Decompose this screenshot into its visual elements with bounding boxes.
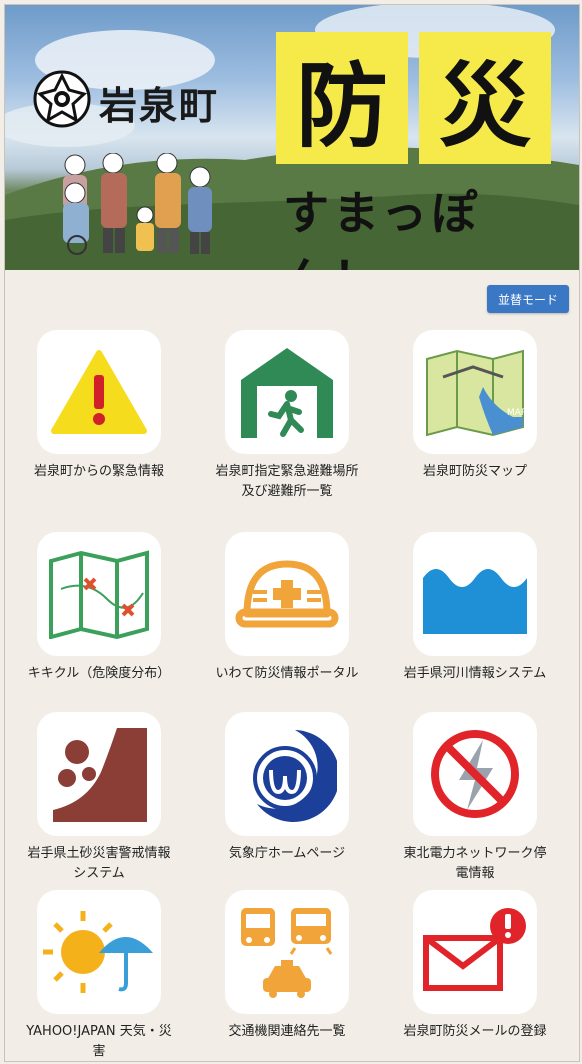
tile-bosai-mail[interactable]: 岩泉町防災メールの登録 — [387, 890, 563, 1042]
tile-emergency-info[interactable]: 岩泉町からの緊急情報 — [11, 330, 187, 482]
tile-label: 岩泉町からの緊急情報 — [33, 464, 164, 479]
town-name: 岩泉町 — [99, 84, 220, 128]
tile-label: 岩泉町防災メールの登録 — [403, 1024, 547, 1039]
tile-label: 交通機関連絡先一覧 — [228, 1024, 346, 1039]
tile-label: 東北電力ネットワーク停電情報 — [403, 846, 547, 881]
tile-label: 岩手県土砂災害警戒情報システム — [27, 846, 171, 881]
app-subtitle: すまっぽん！ — [283, 186, 482, 270]
hazard-map-icon[interactable] — [37, 532, 161, 656]
tile-label: 岩泉町防災マップ — [422, 464, 527, 479]
map-icon[interactable]: MAP — [413, 330, 537, 454]
tile-power-outage[interactable]: 東北電力ネットワーク停電情報 — [387, 712, 563, 884]
warning-icon[interactable] — [37, 330, 161, 454]
tile-iwate-portal[interactable]: いわて防災情報ポータル — [199, 532, 375, 684]
tile-river-info[interactable]: 岩手県河川情報システム — [387, 532, 563, 684]
tile-label: 岩泉町指定緊急避難場所及び避難所一覧 — [215, 464, 359, 499]
tile-evacuation-sites[interactable]: 岩泉町指定緊急避難場所及び避難所一覧 — [199, 330, 375, 502]
tile-transport-contacts[interactable]: 交通機関連絡先一覧 — [199, 890, 375, 1042]
tile-bosai-map[interactable]: MAP 岩泉町防災マップ — [387, 330, 563, 482]
river-icon[interactable] — [413, 532, 537, 656]
tile-yahoo-weather[interactable]: YAHOO!JAPAN 天気・災害 — [11, 890, 187, 1061]
tile-label: キキクル（危険度分布） — [27, 666, 171, 681]
power-outage-icon[interactable] — [413, 712, 537, 836]
app-frame: 岩泉町 防 災 すまっぽん！ — [4, 4, 580, 1062]
jma-logo-icon[interactable] — [225, 712, 349, 836]
svg-text:MAP: MAP — [507, 408, 527, 418]
tile-label: いわて防災情報ポータル — [215, 666, 359, 681]
tile-jma[interactable]: 気象庁ホームページ — [199, 712, 375, 864]
tile-kikikuru[interactable]: キキクル（危険度分布） — [11, 532, 187, 684]
town-emblem-icon — [33, 70, 91, 128]
bosai-char-1: 防 — [276, 32, 408, 164]
evacuation-icon[interactable] — [225, 330, 349, 454]
tile-label: 気象庁ホームページ — [228, 846, 346, 861]
weather-icon[interactable] — [37, 890, 161, 1014]
sort-mode-button[interactable]: 並替モード — [487, 285, 569, 313]
mail-alert-icon[interactable] — [413, 890, 537, 1014]
tile-label: YAHOO!JAPAN 天気・災害 — [26, 1024, 172, 1059]
helmet-icon[interactable] — [225, 532, 349, 656]
tile-label: 岩手県河川情報システム — [403, 666, 547, 681]
landslide-icon[interactable] — [37, 712, 161, 836]
transport-icon[interactable] — [225, 890, 349, 1014]
tile-landslide-info[interactable]: 岩手県土砂災害警戒情報システム — [11, 712, 187, 884]
bosai-char-2: 災 — [419, 32, 551, 164]
mascot-people-illustration — [63, 153, 212, 255]
header-banner: 岩泉町 防 災 すまっぽん！ — [5, 5, 579, 270]
